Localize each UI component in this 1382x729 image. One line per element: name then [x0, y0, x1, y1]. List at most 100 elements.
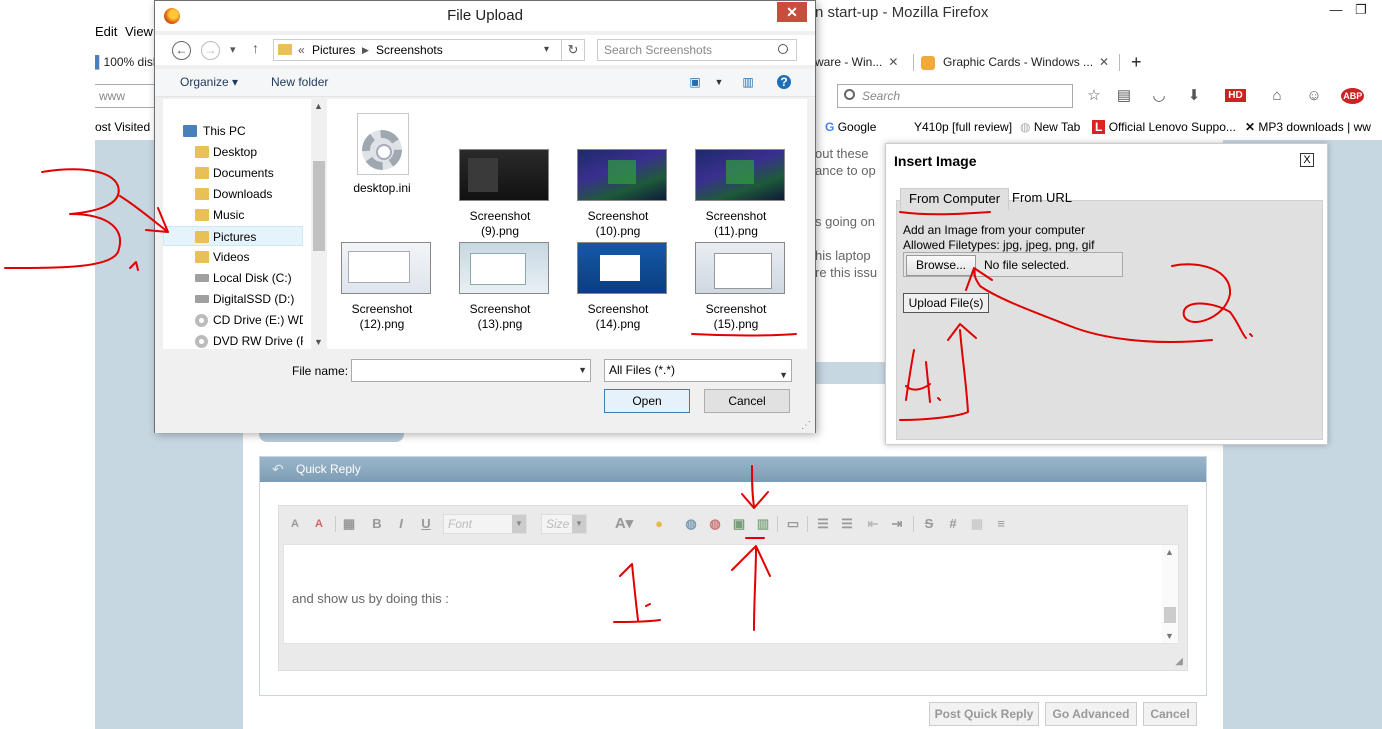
italic-icon[interactable]: I	[391, 514, 411, 534]
organize-button[interactable]: Organize ▾	[180, 75, 238, 89]
refresh-icon[interactable]: ↻	[561, 39, 585, 61]
address-bar[interactable]: « Pictures ▶ Screenshots ▾	[273, 39, 585, 61]
firefox-search-input[interactable]: Search	[837, 84, 1073, 108]
hd-icon[interactable]: HD ▾	[1223, 87, 1253, 105]
chevron-down-icon[interactable]: ▼	[578, 365, 587, 375]
underline-icon[interactable]: U	[416, 514, 436, 534]
breadcrumb-screenshots[interactable]: Screenshots	[376, 40, 443, 60]
post-quick-reply-button[interactable]: Post Quick Reply	[929, 702, 1039, 726]
close-icon[interactable]: X	[1300, 153, 1314, 167]
menu-edit[interactable]: Edit	[95, 24, 117, 39]
chevron-up-icon[interactable]: ▲	[314, 101, 323, 111]
editor-textarea[interactable]: and show us by doing this : ▲ ▼	[283, 544, 1179, 644]
up-arrow-icon[interactable]: ↑	[252, 40, 259, 56]
nav-local-disk[interactable]: Local Disk (C:)	[163, 268, 303, 288]
indent-icon[interactable]: ⇥	[887, 514, 907, 534]
file-item[interactable]: Screenshot (14).png	[563, 242, 673, 338]
nav-downloads[interactable]: Downloads	[163, 184, 303, 204]
chevron-up-icon[interactable]: ▲	[1165, 547, 1174, 557]
reading-list-icon[interactable]: ▤	[1115, 87, 1133, 105]
chat-icon[interactable]: ☺	[1305, 87, 1323, 105]
unlink-icon[interactable]: ◍	[705, 514, 725, 534]
chevron-down-icon[interactable]: ▾	[544, 40, 549, 60]
open-button[interactable]: Open	[604, 389, 690, 413]
font-select[interactable]: Font ▼	[443, 514, 527, 534]
tab-graphic-cards[interactable]: Graphic Cards - Windows ... ✕	[921, 50, 1116, 74]
nav-desktop[interactable]: Desktop	[163, 142, 303, 162]
chevron-down-icon[interactable]: ▼	[1165, 631, 1174, 641]
nav-cd-drive[interactable]: CD Drive (E:) WD	[163, 310, 303, 330]
bookmark-y410p[interactable]: Y410p [full review]	[914, 120, 1012, 134]
chevron-down-icon[interactable]: ▼	[314, 337, 323, 347]
size-select[interactable]: Size ▼	[541, 514, 587, 534]
url-bar[interactable]: www	[95, 84, 155, 108]
file-item[interactable]: desktop.ini	[327, 113, 437, 209]
hash-icon[interactable]: #	[943, 514, 963, 534]
menu-view[interactable]: View	[125, 24, 153, 39]
download-icon[interactable]: ⬇	[1185, 87, 1203, 105]
quote-icon[interactable]: ▭	[783, 514, 803, 534]
filename-input[interactable]: ▼	[351, 359, 591, 382]
new-folder-button[interactable]: New folder	[271, 75, 328, 89]
home-icon[interactable]: ⌂	[1268, 87, 1286, 105]
breadcrumb-overflow[interactable]: «	[298, 40, 305, 60]
text-color-icon[interactable]: A▾	[609, 514, 639, 534]
file-item[interactable]: Screenshot (12).png	[327, 242, 437, 338]
cancel-reply-button[interactable]: Cancel	[1143, 702, 1197, 726]
nav-this-pc[interactable]: This PC	[163, 121, 303, 141]
nav-music[interactable]: Music	[163, 205, 303, 225]
strikethrough-icon[interactable]: S	[919, 514, 939, 534]
nav-videos[interactable]: Videos	[163, 247, 303, 267]
filetype-select[interactable]: All Files (*.*) ▼	[604, 359, 792, 382]
scroll-thumb[interactable]	[1164, 607, 1176, 623]
breadcrumb-pictures[interactable]: Pictures	[312, 40, 355, 60]
scroll-thumb[interactable]	[313, 161, 325, 251]
forward-icon[interactable]: →	[201, 41, 220, 60]
link-icon[interactable]: ◍	[681, 514, 701, 534]
chevron-down-icon[interactable]: ▼	[711, 75, 727, 89]
file-item[interactable]: Screenshot (13).png	[445, 242, 555, 338]
outdent-icon[interactable]: ⇤	[863, 514, 883, 534]
menu-icon[interactable]: ≡	[1378, 87, 1382, 105]
tab-close-icon[interactable]: ✕	[888, 55, 898, 69]
tab-ware[interactable]: ware - Win... ✕	[815, 50, 910, 74]
nav-dvd-drive[interactable]: DVD RW Drive (F:	[163, 331, 303, 351]
pocket-icon[interactable]: ◡	[1150, 87, 1168, 105]
nav-pictures[interactable]: Pictures	[163, 226, 303, 246]
search-input[interactable]: Search Screenshots	[597, 39, 797, 61]
change-view-icon[interactable]: ▣	[687, 75, 703, 89]
resize-grip-icon[interactable]: ⋰	[801, 420, 811, 431]
chevron-down-icon[interactable]: ▼	[779, 365, 788, 386]
file-input[interactable]: Browse... No file selected.	[903, 252, 1123, 277]
file-item[interactable]: Screenshot (9).png	[445, 149, 555, 245]
close-button[interactable]: ✕	[777, 2, 807, 22]
cancel-button[interactable]: Cancel	[704, 389, 790, 413]
resize-grip-icon[interactable]: ◢	[1175, 656, 1183, 667]
smilie-icon[interactable]: ●	[649, 514, 669, 534]
browse-button[interactable]: Browse...	[906, 255, 976, 276]
code-icon[interactable]: ▦	[967, 514, 987, 534]
file-item[interactable]: Screenshot (11).png	[681, 149, 791, 245]
paste-icon[interactable]: ▦	[339, 514, 359, 534]
nav-digital-ssd[interactable]: DigitalSSD (D:)	[163, 289, 303, 309]
nav-documents[interactable]: Documents	[163, 163, 303, 183]
upload-files-button[interactable]: Upload File(s)	[903, 293, 989, 313]
adblock-icon[interactable]: ABP ▾	[1340, 87, 1370, 105]
file-item[interactable]: Screenshot (15).png	[681, 242, 791, 338]
restore-icon[interactable]: ❐	[1350, 2, 1372, 20]
bookmark-lenovo[interactable]: L Official Lenovo Suppo...	[1092, 120, 1236, 134]
insert-video-icon[interactable]: ▥	[753, 514, 773, 534]
bookmark-mp3[interactable]: ✕ MP3 downloads | ww	[1245, 120, 1371, 134]
clear-format-icon[interactable]: A	[309, 514, 329, 534]
remove-format-icon[interactable]: A	[285, 514, 305, 534]
bold-icon[interactable]: B	[367, 514, 387, 534]
go-advanced-button[interactable]: Go Advanced	[1045, 702, 1137, 726]
back-icon[interactable]: ←	[172, 41, 191, 60]
nav-scrollbar[interactable]: ▲ ▼	[311, 99, 327, 349]
unordered-list-icon[interactable]: ☰	[837, 514, 857, 534]
bookmark-google[interactable]: G Google	[825, 120, 876, 134]
bookmark-most-visited[interactable]: ost Visited	[95, 120, 150, 134]
new-tab-button[interactable]: +	[1131, 50, 1151, 74]
file-item[interactable]: Screenshot (10).png	[563, 149, 673, 245]
insert-image-icon[interactable]: ▣	[729, 514, 749, 534]
